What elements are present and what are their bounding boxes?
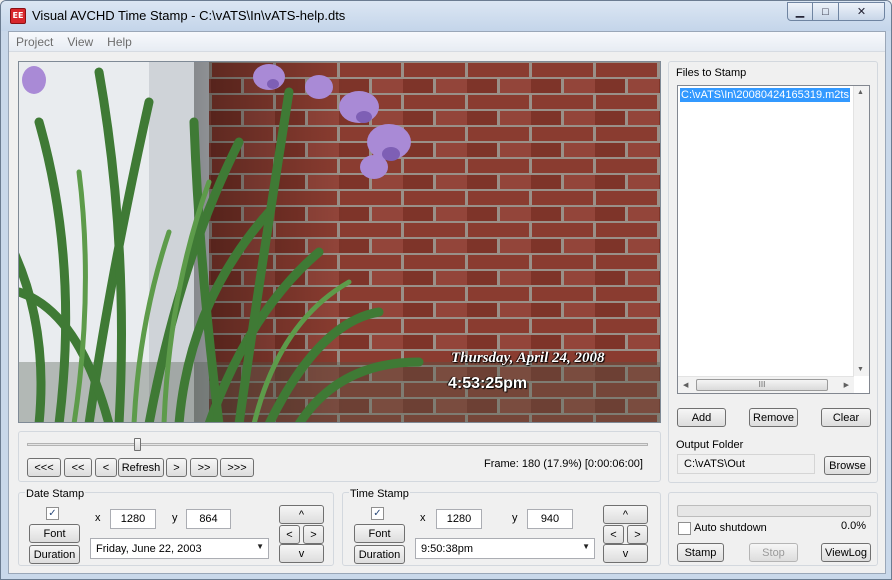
maximize-icon: □ bbox=[822, 5, 829, 18]
step-forward-button[interactable]: > bbox=[166, 458, 187, 477]
chevron-down-icon: ▼ bbox=[256, 542, 264, 551]
jump-back-large-button[interactable]: <<< bbox=[27, 458, 61, 477]
date-nudge-right-button[interactable]: > bbox=[303, 525, 324, 544]
time-font-button[interactable]: Font bbox=[354, 524, 405, 543]
date-format-value: Friday, June 22, 2003 bbox=[96, 542, 202, 555]
time-x-label: x bbox=[420, 512, 426, 524]
date-nudge-down-button[interactable]: v bbox=[279, 544, 324, 563]
window-controls: ▁ □ ✕ bbox=[787, 2, 885, 21]
jump-forward-large-button[interactable]: >>> bbox=[220, 458, 254, 477]
chevron-down-icon: ▼ bbox=[582, 542, 590, 551]
app-icon: EE bbox=[10, 8, 26, 24]
output-folder-field: C:\vATS\Out bbox=[677, 454, 815, 474]
maximize-button[interactable]: □ bbox=[813, 2, 839, 21]
files-horizontal-scrollbar[interactable]: ◀ III ▶ bbox=[678, 376, 854, 393]
time-stamp-title: Time Stamp bbox=[349, 488, 410, 500]
scroll-right-icon[interactable]: ▶ bbox=[844, 381, 849, 389]
files-title: Files to Stamp bbox=[676, 67, 747, 79]
seek-slider-track[interactable] bbox=[27, 443, 648, 446]
stamp-progress-bar bbox=[677, 505, 871, 517]
view-log-button[interactable]: ViewLog bbox=[821, 543, 871, 562]
close-button[interactable]: ✕ bbox=[839, 2, 885, 21]
refresh-button[interactable]: Refresh bbox=[118, 458, 164, 477]
date-x-label: x bbox=[95, 512, 101, 524]
date-duration-button[interactable]: Duration bbox=[29, 545, 80, 564]
step-back-button[interactable]: < bbox=[95, 458, 117, 477]
files-list[interactable]: C:\vATS\In\20080424165319.m2ts ▲ ▼ ◀ III… bbox=[677, 85, 870, 394]
overlay-time-text: 4:53:25pm bbox=[448, 375, 528, 392]
time-stamp-enable-checkbox[interactable]: ✓ bbox=[371, 507, 384, 520]
time-nudge-left-button[interactable]: < bbox=[603, 525, 624, 544]
scroll-down-icon[interactable]: ▼ bbox=[857, 366, 864, 373]
stamp-button[interactable]: Stamp bbox=[677, 543, 724, 562]
seek-slider-thumb[interactable] bbox=[134, 438, 142, 451]
preview-image bbox=[19, 62, 660, 422]
video-preview: Thursday, April 24, 2008 4:53:25pm bbox=[18, 61, 661, 423]
minimize-icon: ▁ bbox=[795, 6, 805, 18]
auto-shutdown-checkbox[interactable] bbox=[678, 522, 691, 535]
date-stamp-title: Date Stamp bbox=[25, 488, 86, 500]
add-file-button[interactable]: Add bbox=[677, 408, 726, 427]
date-stamp-enable-checkbox[interactable]: ✓ bbox=[46, 507, 59, 520]
stop-button: Stop bbox=[749, 543, 798, 562]
frame-readout: Frame: 180 (17.9%) [0:00:06:00] bbox=[484, 458, 643, 470]
overlay-date-text: Thursday, April 24, 2008 bbox=[451, 350, 605, 366]
clear-files-button[interactable]: Clear bbox=[821, 408, 871, 427]
title-bar[interactable]: EE Visual AVCHD Time Stamp - C:\vATS\In\… bbox=[1, 1, 891, 31]
time-y-label: y bbox=[512, 512, 518, 524]
time-format-value: 9:50:38pm bbox=[421, 542, 473, 555]
time-nudge-up-button[interactable]: ^ bbox=[603, 505, 648, 524]
date-nudge-left-button[interactable]: < bbox=[279, 525, 300, 544]
browse-button[interactable]: Browse bbox=[824, 456, 871, 475]
menu-help[interactable]: Help bbox=[100, 35, 139, 49]
time-duration-button[interactable]: Duration bbox=[354, 545, 405, 564]
remove-file-button[interactable]: Remove bbox=[749, 408, 798, 427]
app-window: EE Visual AVCHD Time Stamp - C:\vATS\In\… bbox=[0, 0, 892, 580]
date-nudge-up-button[interactable]: ^ bbox=[279, 505, 324, 524]
menu-bar: Project View Help bbox=[9, 32, 885, 52]
date-format-combo[interactable]: Friday, June 22, 2003 ▼ bbox=[90, 538, 269, 559]
date-font-button[interactable]: Font bbox=[29, 524, 80, 543]
scroll-left-icon[interactable]: ◀ bbox=[683, 381, 688, 389]
files-vertical-scrollbar[interactable]: ▲ ▼ bbox=[853, 86, 869, 376]
horizontal-scroll-thumb[interactable]: III bbox=[696, 379, 828, 391]
list-item[interactable]: C:\vATS\In\20080424165319.m2ts bbox=[680, 88, 850, 102]
window-title: Visual AVCHD Time Stamp - C:\vATS\In\vAT… bbox=[32, 8, 346, 23]
menu-view[interactable]: View bbox=[60, 35, 100, 49]
auto-shutdown-label[interactable]: Auto shutdown bbox=[694, 522, 767, 534]
output-folder-title: Output Folder bbox=[676, 439, 744, 451]
minimize-button[interactable]: ▁ bbox=[787, 2, 813, 21]
close-icon: ✕ bbox=[856, 6, 867, 18]
date-y-label: y bbox=[172, 512, 178, 524]
time-nudge-right-button[interactable]: > bbox=[627, 525, 648, 544]
time-format-combo[interactable]: 9:50:38pm ▼ bbox=[415, 538, 595, 559]
time-x-input[interactable]: 1280 bbox=[436, 509, 482, 529]
jump-back-medium-button[interactable]: << bbox=[64, 458, 92, 477]
client-area: Project View Help Thursday, April 24, 20… bbox=[8, 31, 886, 574]
jump-forward-medium-button[interactable]: >> bbox=[190, 458, 218, 477]
date-x-input[interactable]: 1280 bbox=[110, 509, 156, 529]
date-y-input[interactable]: 864 bbox=[186, 509, 231, 529]
menu-project[interactable]: Project bbox=[9, 35, 60, 49]
scroll-up-icon[interactable]: ▲ bbox=[857, 89, 864, 96]
time-nudge-down-button[interactable]: v bbox=[603, 544, 648, 563]
progress-percent-text: 0.0% bbox=[841, 520, 867, 532]
time-y-input[interactable]: 940 bbox=[527, 509, 573, 529]
